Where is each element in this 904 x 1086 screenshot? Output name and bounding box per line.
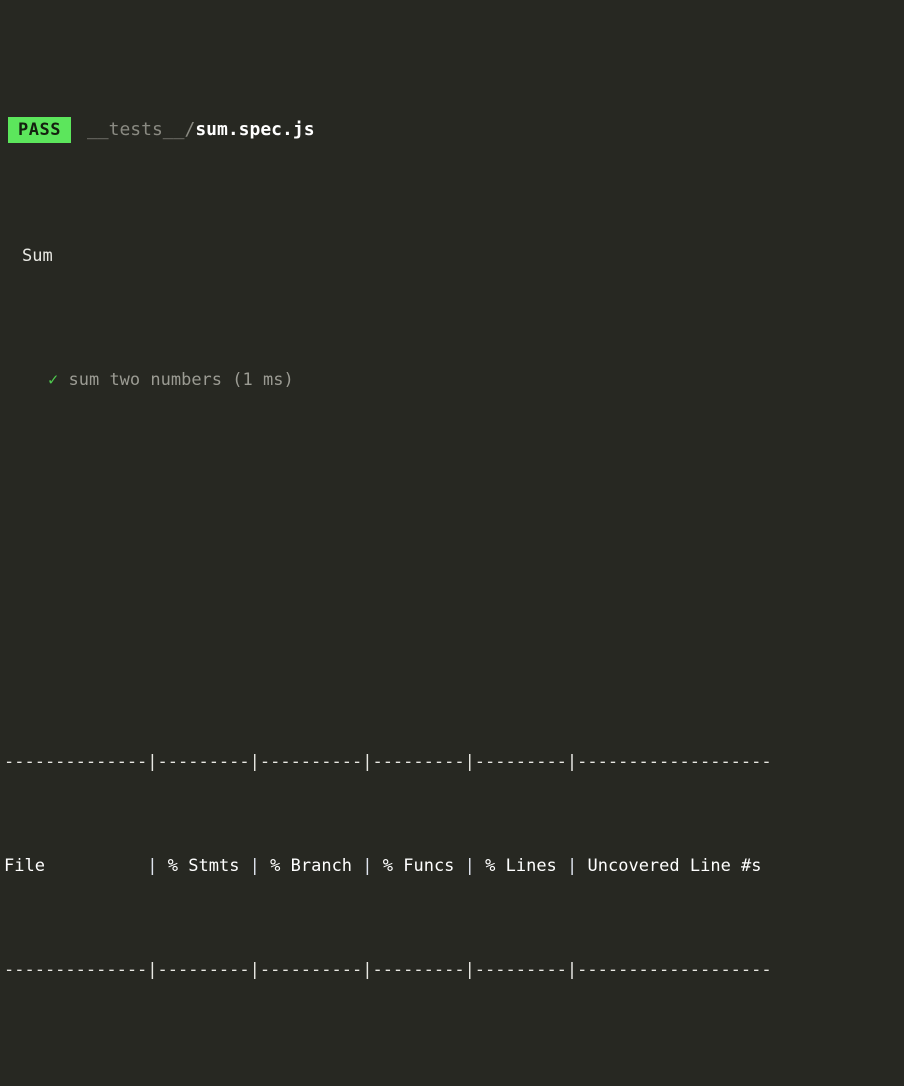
column-divider: | — [464, 856, 475, 876]
table-row: All files | 50 | 100 | 50 | 50 | — [4, 1082, 904, 1086]
test-case-row: ✓ sum two numbers (1 ms) — [0, 366, 904, 394]
suite-path-prefix: __tests__/ — [86, 119, 196, 140]
suite-path: __tests__/sum.spec.js — [71, 114, 315, 146]
status-badge: PASS — [8, 117, 71, 143]
column-header-file: File — [4, 856, 148, 876]
suite-header: PASS __tests__/sum.spec.js — [0, 114, 904, 146]
table-separator-top: --------------|---------|----------|----… — [4, 752, 772, 772]
suite-file-name: sum.spec.js — [195, 119, 315, 140]
test-case-duration: (1 ms) — [232, 370, 294, 390]
column-divider: | — [362, 856, 373, 876]
column-header-stmts: % Stmts — [157, 856, 250, 876]
check-icon: ✓ — [48, 370, 59, 390]
table-separator-middle: --------------|---------|----------|----… — [4, 960, 772, 980]
column-header-funcs: % Funcs — [372, 856, 465, 876]
column-divider: | — [249, 856, 260, 876]
describe-block-label: Sum — [22, 246, 53, 266]
table-header-row: File | % Stmts | % Branch | % Funcs | % … — [4, 850, 904, 882]
column-header-uncovered: Uncovered Line #s — [577, 856, 762, 876]
column-divider: | — [147, 856, 158, 876]
terminal-output: PASS __tests__/sum.spec.js Sum ✓ sum two… — [0, 0, 904, 1086]
column-header-lines: % Lines — [474, 856, 568, 876]
column-header-branch: % Branch — [259, 856, 363, 876]
column-divider: | — [567, 856, 578, 876]
test-case-name: sum two numbers — [68, 370, 223, 390]
coverage-table: --------------|---------|----------|----… — [0, 674, 904, 1086]
